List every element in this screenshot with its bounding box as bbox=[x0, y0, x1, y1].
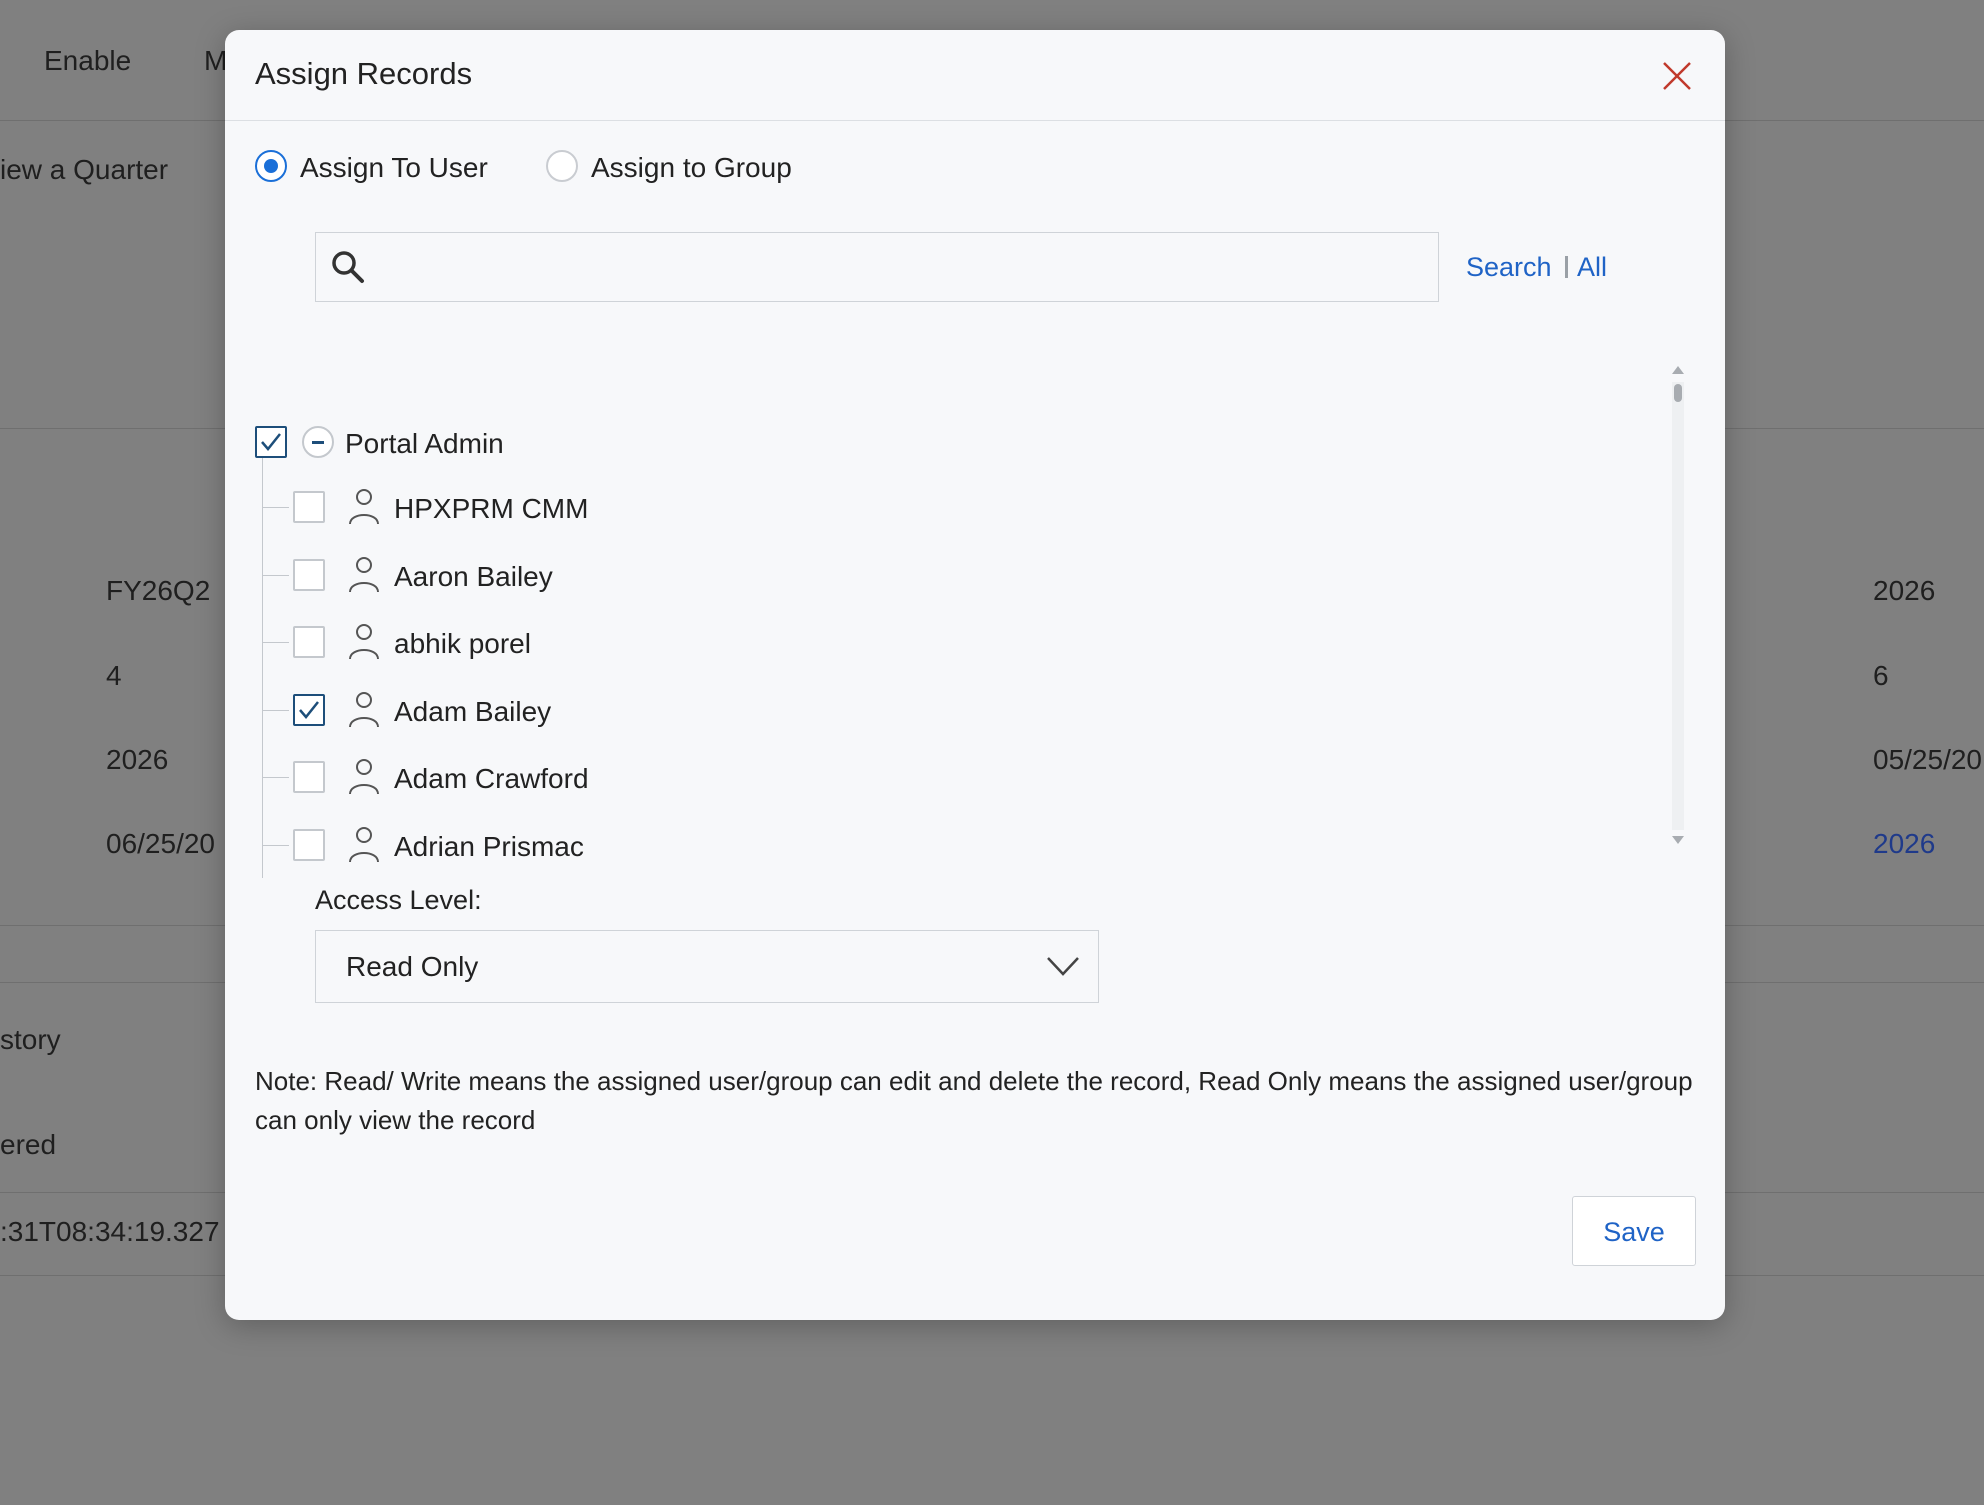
group-checkbox[interactable] bbox=[255, 426, 287, 458]
background-value: 2026 bbox=[1873, 575, 1936, 606]
access-level-value: Read Only bbox=[346, 951, 479, 982]
user-checkbox[interactable] bbox=[293, 761, 325, 793]
tree-branch bbox=[263, 710, 289, 711]
user-icon bbox=[349, 692, 379, 728]
user-checkbox[interactable] bbox=[293, 694, 325, 726]
scroll-down-arrow-icon[interactable] bbox=[1672, 836, 1684, 844]
user-tree: Portal Admin HPXPRM CMM Aaron Bailey abh… bbox=[225, 390, 1685, 878]
tree-connector bbox=[262, 434, 263, 878]
modal-title: Assign Records bbox=[255, 56, 473, 91]
user-label[interactable]: abhik porel bbox=[394, 628, 531, 660]
check-icon bbox=[299, 701, 319, 719]
user-icon bbox=[349, 557, 379, 593]
search-separator bbox=[1565, 256, 1568, 278]
user-icon bbox=[349, 489, 379, 525]
assign-to-group-label[interactable]: Assign to Group bbox=[591, 152, 792, 184]
user-label[interactable]: Aaron Bailey bbox=[394, 561, 553, 593]
background-value: 05/25/20 bbox=[1873, 744, 1982, 775]
save-button[interactable]: Save bbox=[1572, 1196, 1696, 1266]
access-level-label: Access Level: bbox=[315, 885, 482, 915]
access-level-select[interactable]: Read Only bbox=[315, 930, 1099, 1003]
check-icon bbox=[261, 433, 281, 451]
access-level-note: Note: Read/ Write means the assigned use… bbox=[255, 1066, 1693, 1135]
background-link[interactable]: 2026 bbox=[1873, 828, 1935, 860]
search-input[interactable] bbox=[374, 233, 1428, 303]
assign-to-user-label[interactable]: Assign To User bbox=[300, 152, 488, 184]
background-section-label: ered bbox=[0, 1129, 57, 1160]
user-label[interactable]: HPXPRM CMM bbox=[394, 493, 588, 525]
tree-branch bbox=[263, 507, 289, 508]
tree-branch bbox=[263, 777, 289, 778]
search-field bbox=[315, 232, 1439, 303]
scroll-track[interactable] bbox=[1672, 382, 1684, 830]
user-checkbox[interactable] bbox=[293, 626, 325, 658]
search-link[interactable]: Search bbox=[1466, 252, 1552, 283]
background-subtitle: iew a Quarter bbox=[0, 154, 169, 185]
assign-records-modal: Assign Records Assign To User Assign to … bbox=[225, 30, 1725, 1320]
user-label[interactable]: Adam Crawford bbox=[394, 763, 589, 795]
tree-branch bbox=[263, 575, 289, 576]
background-timestamp: :31T08:34:19.327 bbox=[0, 1216, 220, 1247]
user-label[interactable]: Adam Bailey bbox=[394, 696, 551, 728]
user-checkbox[interactable] bbox=[293, 559, 325, 591]
background-section-label: story bbox=[0, 1024, 61, 1055]
user-checkbox[interactable] bbox=[293, 829, 325, 861]
close-icon[interactable] bbox=[1659, 58, 1695, 94]
background-value: 4 bbox=[106, 660, 122, 691]
scroll-thumb[interactable] bbox=[1674, 384, 1682, 402]
assign-to-group-radio[interactable] bbox=[546, 150, 578, 182]
user-checkbox[interactable] bbox=[293, 491, 325, 523]
scroll-up-arrow-icon[interactable] bbox=[1672, 366, 1684, 374]
search-icon bbox=[332, 251, 364, 283]
modal-header: Assign Records bbox=[225, 30, 1725, 121]
background-toolbar-item: M bbox=[204, 45, 228, 76]
group-label: Portal Admin bbox=[345, 428, 504, 459]
background-value: FY26Q2 bbox=[106, 575, 211, 606]
background-value: 2026 bbox=[106, 744, 169, 775]
assign-to-user-radio[interactable] bbox=[255, 150, 287, 182]
search-all-link[interactable]: All bbox=[1577, 252, 1607, 283]
user-label[interactable]: Adrian Prismac bbox=[394, 831, 584, 863]
user-icon bbox=[349, 827, 379, 863]
collapse-icon[interactable] bbox=[302, 426, 334, 458]
tree-branch bbox=[263, 642, 289, 643]
background-toolbar-item: Enable bbox=[44, 45, 132, 76]
chevron-down-icon bbox=[1047, 957, 1079, 976]
user-icon bbox=[349, 759, 379, 795]
user-icon bbox=[349, 624, 379, 660]
background-value: 6 bbox=[1873, 660, 1889, 691]
background-value: 06/25/20 bbox=[106, 828, 215, 859]
tree-branch bbox=[263, 845, 289, 846]
tree-scrollbar[interactable] bbox=[1666, 366, 1694, 850]
